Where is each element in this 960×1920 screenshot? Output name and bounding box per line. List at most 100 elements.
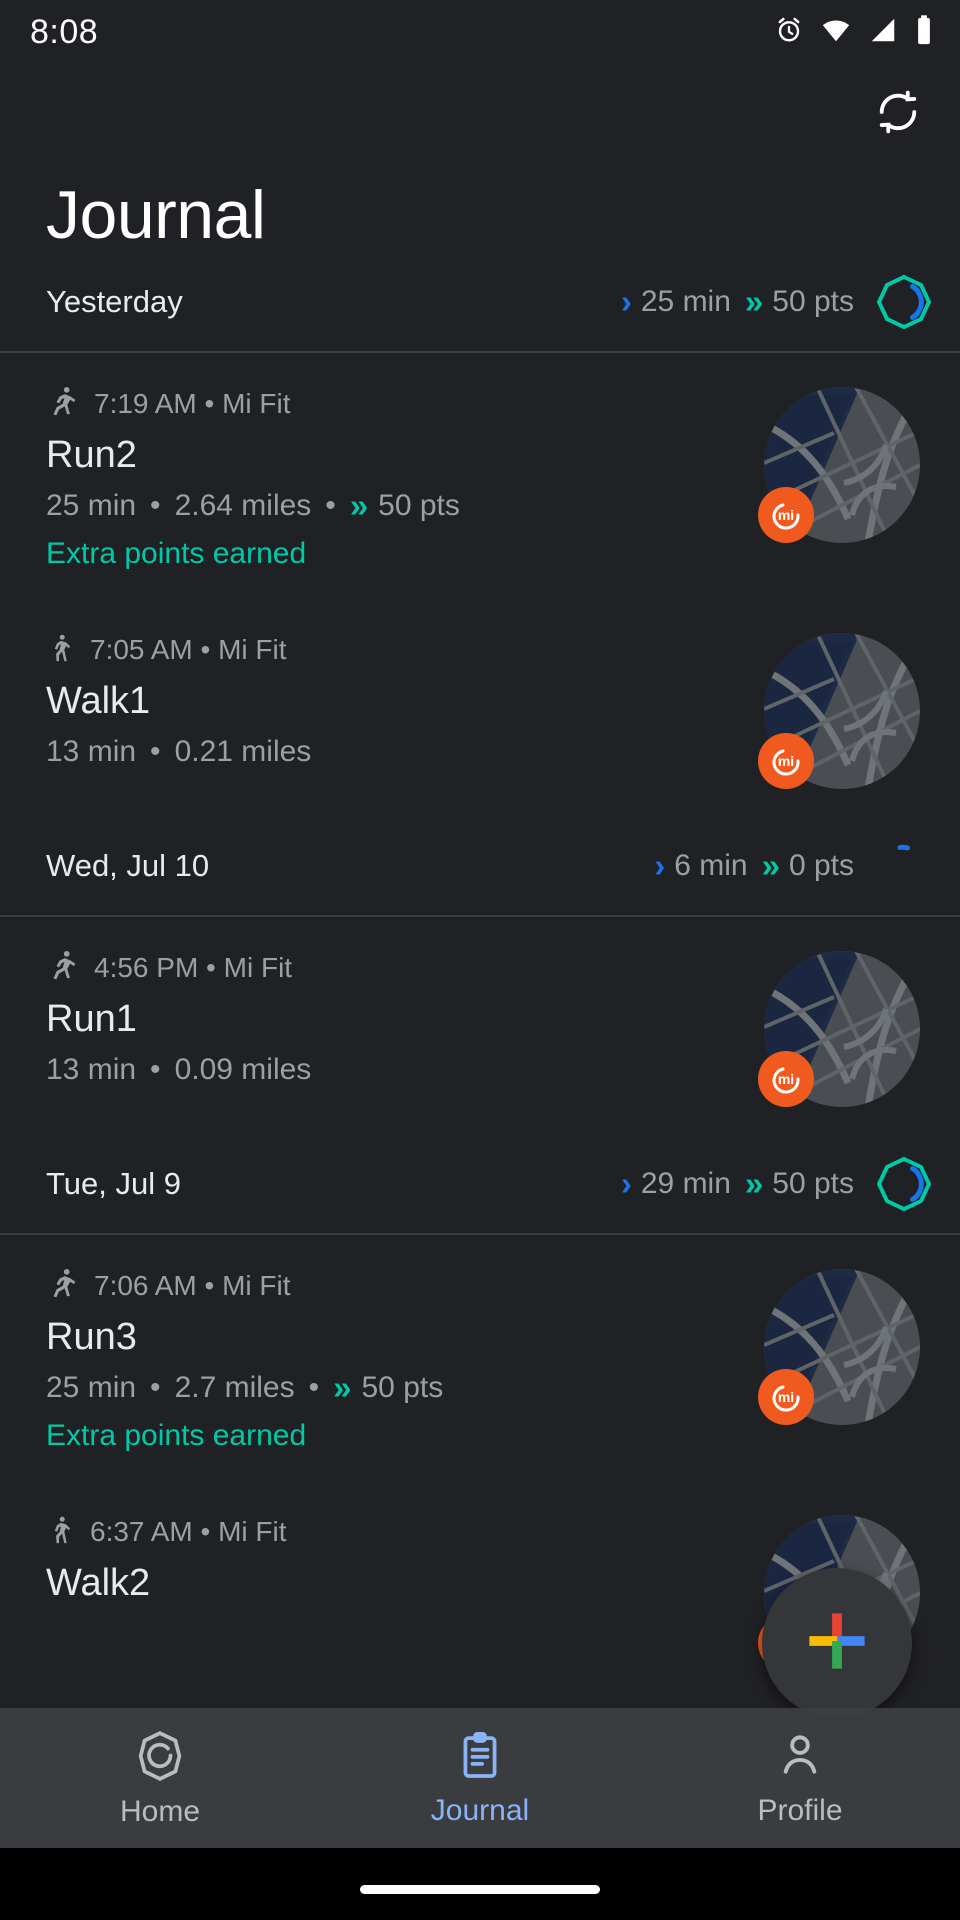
entry-meta-text: 4:56 PM • Mi Fit xyxy=(94,952,293,984)
walking-icon xyxy=(46,629,76,672)
entry-content: 7:19 AM • Mi Fit Run2 25 min • 2.64 mile… xyxy=(46,381,764,571)
nav-label-home: Home xyxy=(119,1794,201,1828)
chevron-right-icon: › xyxy=(620,1165,632,1203)
clipboard-icon xyxy=(455,1729,505,1788)
walking-icon xyxy=(46,1511,76,1554)
entry-points: 50 pts xyxy=(378,488,460,522)
entry-meta-text: 6:37 AM • Mi Fit xyxy=(90,1516,287,1548)
entry-stats: 13 min • 0.21 miles xyxy=(46,735,764,769)
entry-content: 7:06 AM • Mi Fit Run3 25 min • 2.7 miles… xyxy=(46,1263,764,1453)
entry-meta: 6:37 AM • Mi Fit xyxy=(46,1511,764,1554)
stat-separator: • xyxy=(150,1052,161,1086)
svg-text:mi: mi xyxy=(778,753,794,769)
nav-label-journal: Journal xyxy=(430,1793,530,1827)
status-icons xyxy=(774,14,934,51)
entry-content: 7:05 AM • Mi Fit Walk1 13 min • 0.21 mil… xyxy=(46,627,764,769)
day-duration-value: 29 min xyxy=(640,1166,731,1200)
day-points-value: 50 pts xyxy=(772,284,854,318)
double-chevron-icon: » xyxy=(333,1369,351,1407)
home-gesture-bar[interactable] xyxy=(360,1885,600,1894)
day-label: Tue, Jul 9 xyxy=(46,1165,181,1201)
top-app-bar xyxy=(0,64,960,150)
running-icon xyxy=(46,383,80,426)
activity-entry[interactable]: 7:19 AM • Mi Fit Run2 25 min • 2.64 mile… xyxy=(0,353,960,599)
entry-title: Walk1 xyxy=(46,679,151,722)
mi-fit-badge: mi xyxy=(758,486,814,543)
day-duration-value: 25 min xyxy=(640,284,731,318)
bottom-navigation: Home Journal Profile xyxy=(0,1708,960,1848)
entry-meta: 7:06 AM • Mi Fit xyxy=(46,1265,764,1308)
app-screen: 8:08 Journal Yesterday › 25 min » 50 pts… xyxy=(0,0,960,1920)
day-stats: › 6 min » 0 pts xyxy=(654,838,932,894)
entry-stats: 13 min • 0.09 miles xyxy=(46,1053,764,1087)
entry-duration: 25 min xyxy=(46,1370,137,1404)
sync-button[interactable] xyxy=(862,78,934,150)
add-activity-fab[interactable] xyxy=(762,1568,912,1718)
day-label: Yesterday xyxy=(46,283,183,319)
activity-entry[interactable]: 7:06 AM • Mi Fit Run3 25 min • 2.7 miles… xyxy=(0,1235,960,1481)
mi-fit-badge: mi xyxy=(758,1368,814,1425)
entry-meta: 4:56 PM • Mi Fit xyxy=(46,947,764,990)
double-chevron-icon: » xyxy=(744,283,763,321)
entry-distance: 2.7 miles xyxy=(174,1370,295,1404)
mi-fit-badge: mi xyxy=(758,732,814,789)
day-duration: › 29 min xyxy=(621,1167,731,1201)
activity-entry[interactable]: 7:05 AM • Mi Fit Walk1 13 min • 0.21 mil… xyxy=(0,599,960,817)
entry-duration: 13 min xyxy=(46,734,137,768)
sync-icon xyxy=(875,89,921,140)
chevron-right-icon: › xyxy=(620,283,632,321)
google-plus-add-icon xyxy=(798,1602,876,1685)
entry-thumbnail[interactable]: mi xyxy=(758,950,920,1107)
entry-meta-text: 7:19 AM • Mi Fit xyxy=(94,388,291,420)
entry-thumbnail[interactable]: mi xyxy=(758,632,920,789)
nav-item-profile[interactable]: Profile xyxy=(640,1729,960,1828)
day-header[interactable]: Yesterday › 25 min » 50 pts xyxy=(0,253,960,353)
entry-title: Run2 xyxy=(46,433,137,476)
goal-ring-icon xyxy=(876,838,932,894)
day-points-value: 0 pts xyxy=(788,848,854,882)
day-header[interactable]: Wed, Jul 10 › 6 min » 0 pts xyxy=(0,817,960,917)
nav-item-journal[interactable]: Journal xyxy=(320,1729,640,1828)
activity-entry[interactable]: 4:56 PM • Mi Fit Run1 13 min • 0.09 mile… xyxy=(0,917,960,1135)
battery-icon xyxy=(914,14,934,51)
stat-separator: • xyxy=(150,488,161,522)
entry-title: Run1 xyxy=(46,997,137,1040)
alarm-icon xyxy=(774,15,804,50)
status-time: 8:08 xyxy=(30,12,99,51)
double-chevron-icon: » xyxy=(761,847,780,885)
entry-extra-points: Extra points earned xyxy=(46,536,307,570)
stat-separator: • xyxy=(325,488,336,522)
day-points: » 0 pts xyxy=(762,849,854,883)
entry-distance: 0.21 miles xyxy=(174,734,312,768)
page-title: Journal xyxy=(46,177,266,253)
svg-text:mi: mi xyxy=(778,1389,794,1405)
entry-distance: 0.09 miles xyxy=(174,1052,312,1086)
stat-separator: • xyxy=(308,1370,320,1404)
day-points-value: 50 pts xyxy=(772,1166,854,1200)
entry-stats: 25 min • 2.64 miles • » 50 pts xyxy=(46,489,764,523)
day-points: » 50 pts xyxy=(745,285,854,319)
fit-rings-icon xyxy=(132,1728,188,1789)
day-header[interactable]: Tue, Jul 9 › 29 min » 50 pts xyxy=(0,1135,960,1235)
day-label: Wed, Jul 10 xyxy=(46,847,210,883)
double-chevron-icon: » xyxy=(744,1165,763,1203)
entry-title: Walk2 xyxy=(46,1561,151,1604)
entry-content: 6:37 AM • Mi Fit Walk2 xyxy=(46,1509,764,1617)
running-icon xyxy=(46,947,80,990)
gesture-nav-area xyxy=(0,1848,960,1920)
entry-thumbnail[interactable]: mi xyxy=(758,386,920,543)
entry-extra-points: Extra points earned xyxy=(46,1418,307,1452)
day-points: » 50 pts xyxy=(745,1167,854,1201)
entry-meta: 7:19 AM • Mi Fit xyxy=(46,383,764,426)
stat-separator: • xyxy=(150,1370,161,1404)
entry-thumbnail[interactable]: mi xyxy=(758,1268,920,1425)
entry-points: 50 pts xyxy=(361,1370,444,1404)
entry-meta: 7:05 AM • Mi Fit xyxy=(46,629,764,672)
chevron-right-icon: › xyxy=(654,847,666,885)
entry-meta-text: 7:05 AM • Mi Fit xyxy=(90,634,287,666)
entry-distance: 2.64 miles xyxy=(174,488,312,522)
stat-separator: • xyxy=(150,734,161,768)
nav-item-home[interactable]: Home xyxy=(0,1728,320,1829)
running-icon xyxy=(46,1265,80,1308)
journal-list: Yesterday › 25 min » 50 pts 7:19 AM • Mi… xyxy=(0,253,960,1699)
